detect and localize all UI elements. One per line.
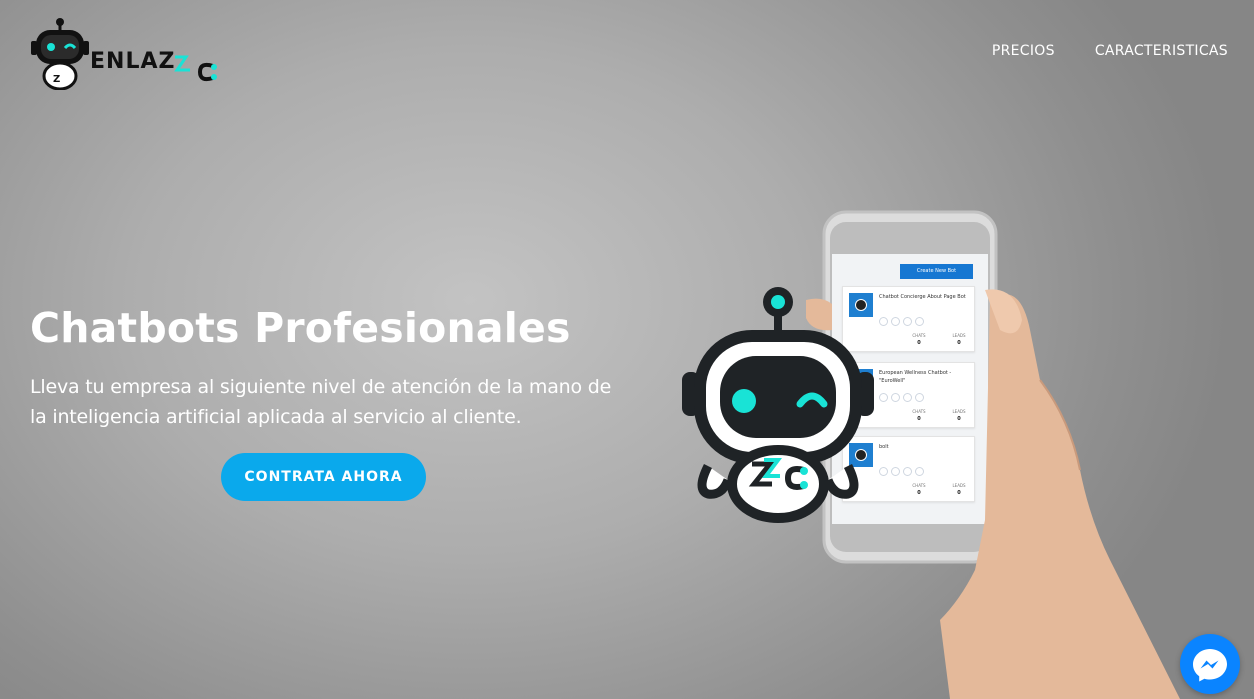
top-nav: PRECIOS CARACTERISTICAS (992, 43, 1228, 59)
hero-subtitle: Lleva tu empresa al siguiente nivel de a… (30, 376, 612, 428)
bot-name: Chatbot Concierge About Page Bot (879, 294, 966, 300)
copy-icon[interactable] (903, 393, 912, 402)
svg-text:Z: Z (53, 74, 60, 85)
chats-stat: CHATS 0 (912, 483, 926, 496)
nav-link-caracteristicas[interactable]: CARACTERISTICAS (1095, 43, 1228, 59)
delete-icon[interactable] (915, 393, 924, 402)
contratar-button[interactable]: CONTRATA AHORA (221, 453, 426, 501)
brand-logo[interactable]: Z ENLAZ (0, 0, 230, 95)
leads-stat: LEADS 0 (952, 483, 966, 496)
messenger-chat-button[interactable] (1180, 634, 1240, 694)
leads-stat: LEADS 0 (952, 409, 966, 422)
hero-section: Z ENLAZ PRECIOS CARACTERISTICAS Chatbots… (0, 0, 1254, 699)
bot-actions (879, 393, 924, 402)
nav-link-precios[interactable]: PRECIOS (992, 43, 1055, 59)
copy-icon[interactable] (903, 317, 912, 326)
edit-icon[interactable] (879, 317, 888, 326)
chats-stat: CHATS 0 (912, 333, 926, 346)
share-icon[interactable] (891, 393, 900, 402)
edit-icon[interactable] (879, 467, 888, 476)
share-icon[interactable] (891, 467, 900, 476)
robot-mascot-icon (682, 287, 874, 523)
copy-icon[interactable] (903, 467, 912, 476)
chats-stat: CHATS 0 (912, 409, 926, 422)
bot-name: bolt (879, 444, 889, 450)
delete-icon[interactable] (915, 467, 924, 476)
share-icon[interactable] (891, 317, 900, 326)
messenger-icon (1193, 649, 1227, 682)
edit-icon[interactable] (879, 393, 888, 402)
brand-wordmark: ENLAZ (90, 49, 176, 74)
bot-actions (879, 317, 924, 326)
hero-title: Chatbots Profesionales (30, 304, 571, 352)
bot-actions (879, 467, 924, 476)
delete-icon[interactable] (915, 317, 924, 326)
bot-name: European Wellness Chatbot - "EuroWell" (879, 370, 952, 384)
leads-stat: LEADS 0 (952, 333, 966, 346)
create-new-bot-button[interactable]: Create New Bot (900, 264, 973, 279)
